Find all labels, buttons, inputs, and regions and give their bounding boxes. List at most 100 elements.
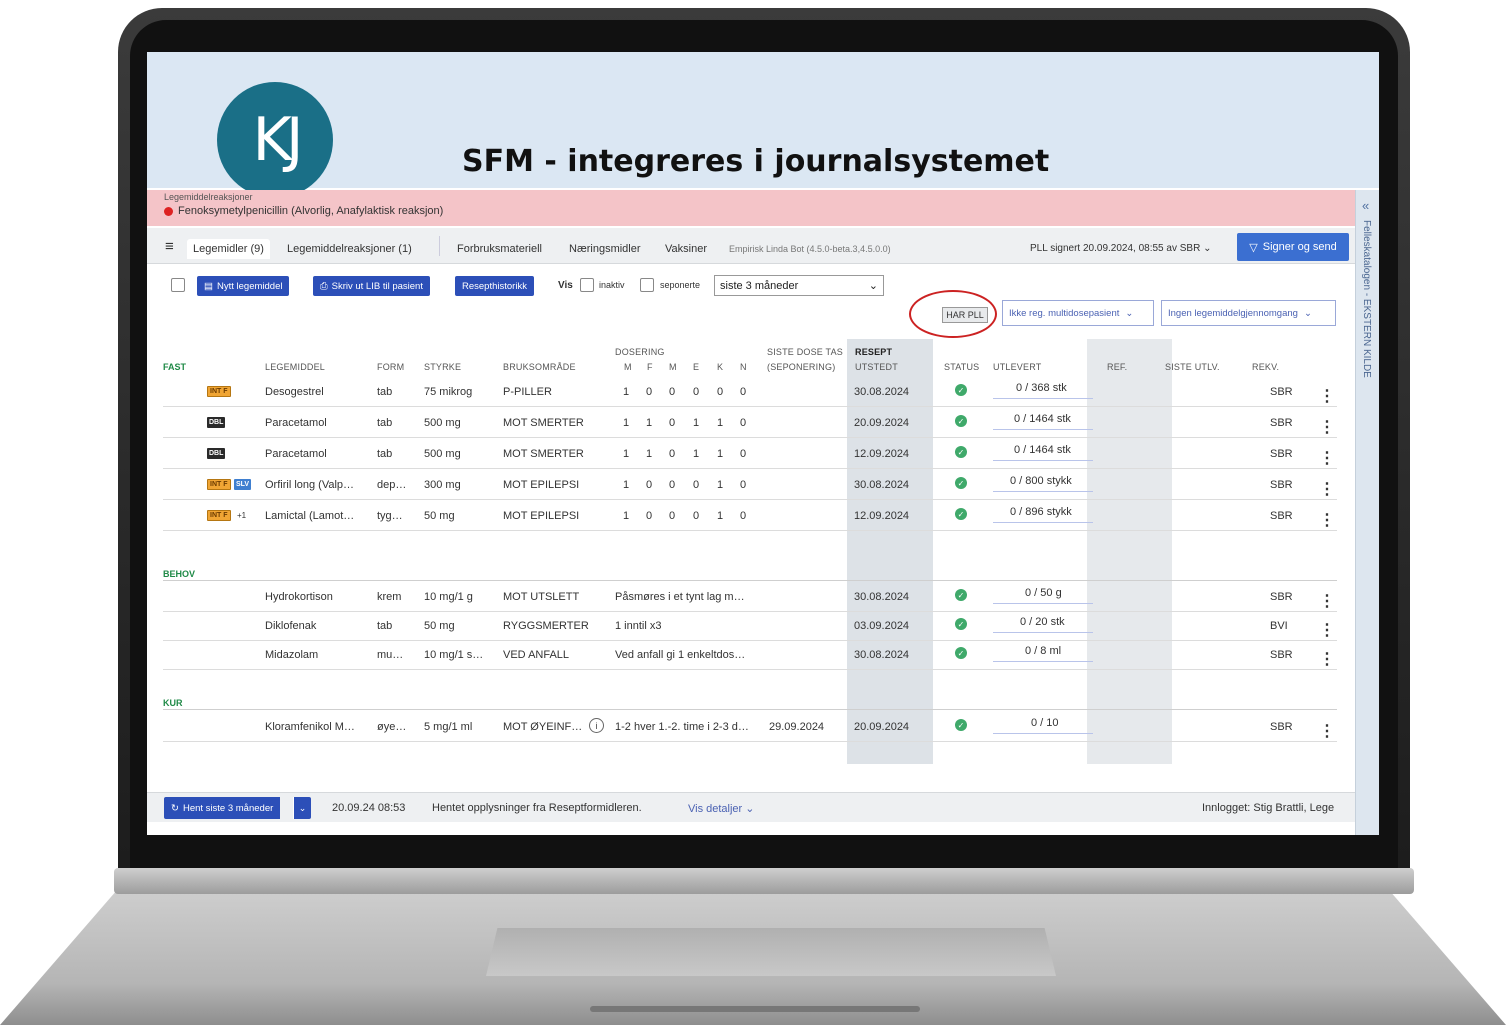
dose-e: 0 bbox=[693, 479, 700, 491]
th-dos-f: F bbox=[647, 362, 653, 372]
gjennomgang-dropdown[interactable]: Ingen legemiddelgjennomgang ⌄ bbox=[1161, 300, 1336, 326]
table-row[interactable]: DBL Paracetamol tab 500 mg MOT SMERTER 1… bbox=[163, 407, 1337, 438]
utlevert-underline bbox=[993, 632, 1093, 633]
tab-naeringsmidler[interactable]: Næringsmidler bbox=[569, 243, 641, 255]
print-lib-button[interactable]: ⎙ Skriv ut LIB til pasient bbox=[313, 276, 430, 296]
status-check-icon: ✓ bbox=[955, 384, 967, 396]
med-styrke: 10 mg/1 g bbox=[424, 591, 473, 603]
med-form: øye… bbox=[377, 721, 407, 733]
status-check-icon: ✓ bbox=[955, 647, 967, 659]
more-options-icon[interactable]: ⋮ bbox=[1319, 479, 1335, 499]
more-options-icon[interactable]: ⋮ bbox=[1319, 448, 1335, 468]
th-form: FORM bbox=[377, 362, 405, 372]
med-form: tab bbox=[377, 620, 393, 632]
th-dos-k: K bbox=[717, 362, 724, 372]
multidose-dropdown[interactable]: Ikke reg. multidosepasient ⌄ bbox=[1002, 300, 1154, 326]
th-bruksomrade: BRUKSOMRÅDE bbox=[503, 362, 576, 372]
print-lib-label: Skriv ut LIB til pasient bbox=[331, 280, 423, 292]
th-utlevert: UTLEVERT bbox=[993, 362, 1042, 372]
fetch-dropdown-button[interactable]: ⌄ bbox=[293, 797, 311, 819]
pll-signed-status[interactable]: PLL signert 20.09.2024, 08:55 av SBR ⌄ bbox=[1030, 243, 1211, 254]
table-row[interactable]: Midazolam mu… 10 mg/1 s… VED ANFALL Ved … bbox=[163, 639, 1337, 670]
patient-meta: Empirisk Linda Bot (4.5.0-beta.3,4.5.0.0… bbox=[729, 244, 891, 254]
more-options-icon[interactable]: ⋮ bbox=[1319, 620, 1335, 640]
more-options-icon[interactable]: ⋮ bbox=[1319, 386, 1335, 406]
utstedt-date: 30.08.2024 bbox=[854, 479, 910, 491]
med-bruk: MOT SMERTER bbox=[503, 448, 584, 460]
med-styrke: 500 mg bbox=[424, 448, 461, 460]
collapse-icon[interactable]: « bbox=[1362, 198, 1369, 213]
more-options-icon[interactable]: ⋮ bbox=[1319, 591, 1335, 611]
dose-m2: 0 bbox=[669, 386, 676, 398]
med-form: tab bbox=[377, 417, 393, 429]
th-siste-utlv: SISTE UTLV. bbox=[1165, 362, 1220, 372]
med-form: mu… bbox=[377, 649, 404, 661]
new-medication-button[interactable]: ▤ Nytt legemiddel bbox=[197, 276, 290, 296]
more-options-icon[interactable]: ⋮ bbox=[1319, 510, 1335, 530]
dosering-text: 1 inntil x3 bbox=[615, 620, 662, 632]
more-options-icon[interactable]: ⋮ bbox=[1319, 649, 1335, 669]
int-f-badge: INT F bbox=[207, 386, 231, 397]
table-row[interactable]: INT F SLV Orfiril long (Valp… dep… 300 m… bbox=[163, 469, 1337, 500]
sign-and-send-button[interactable]: ▽ Signer og send bbox=[1237, 233, 1349, 261]
table-row[interactable]: Hydrokortison krem 10 mg/1 g MOT UTSLETT… bbox=[163, 581, 1337, 612]
dose-f: 1 bbox=[646, 417, 653, 429]
rekv-value: SBR bbox=[1270, 448, 1293, 460]
table-row[interactable]: DBL Paracetamol tab 500 mg MOT SMERTER 1… bbox=[163, 438, 1337, 469]
fetch-message: Hentet opplysninger fra Reseptformidlere… bbox=[432, 802, 642, 814]
status-check-icon: ✓ bbox=[955, 589, 967, 601]
rekv-value: BVI bbox=[1270, 620, 1288, 632]
select-all-checkbox[interactable] bbox=[171, 278, 185, 292]
vis-label: Vis bbox=[558, 280, 573, 291]
menu-icon[interactable]: ≡ bbox=[165, 238, 174, 255]
dose-m: 1 bbox=[623, 386, 630, 398]
seponerte-label: seponerte bbox=[660, 280, 701, 290]
med-bruk: P-PILLER bbox=[503, 386, 552, 398]
dose-k: 1 bbox=[717, 417, 724, 429]
dbl-badge: DBL bbox=[207, 448, 226, 459]
table-row[interactable]: Diklofenak tab 50 mg RYGGSMERTER 1 innti… bbox=[163, 610, 1337, 641]
th-resept: RESEPT bbox=[855, 347, 893, 357]
tab-legemidler[interactable]: Legemidler (9) bbox=[187, 239, 270, 259]
th-status: STATUS bbox=[944, 362, 980, 372]
table-row[interactable]: Kloramfenikol M… øye… 5 mg/1 ml MOT ØYEI… bbox=[163, 711, 1337, 742]
prescription-history-button[interactable]: Resepthistorikk bbox=[455, 276, 534, 296]
med-bruk: MOT UTSLETT bbox=[503, 591, 580, 603]
pll-signed-text: PLL signert 20.09.2024, 08:55 av SBR bbox=[1030, 243, 1201, 254]
felleskatalogen-rail[interactable]: « Felleskatalogen - EKSTERN KILDE bbox=[1355, 190, 1379, 835]
kj-logo: KJ bbox=[217, 82, 333, 198]
seponerte-checkbox[interactable] bbox=[640, 278, 654, 292]
allergy-item[interactable]: Fenoksymetylpenicillin (Alvorlig, Anafyl… bbox=[164, 205, 443, 217]
status-check-icon: ✓ bbox=[955, 508, 967, 520]
utstedt-date: 30.08.2024 bbox=[854, 591, 910, 603]
dose-n: 0 bbox=[740, 417, 747, 429]
rekv-value: SBR bbox=[1270, 386, 1293, 398]
dose-n: 0 bbox=[740, 386, 747, 398]
tab-bar: ≡ Legemidler (9) Legemiddelreaksjoner (1… bbox=[147, 228, 1355, 264]
table-row[interactable]: INT F +1 Lamictal (Lamot… tyg… 50 mg MOT… bbox=[163, 500, 1337, 531]
tab-vaksiner[interactable]: Vaksiner bbox=[665, 243, 707, 255]
period-select[interactable]: siste 3 måneder ⌄ bbox=[714, 275, 884, 296]
inaktiv-checkbox[interactable] bbox=[580, 278, 594, 292]
dose-f: 0 bbox=[646, 386, 653, 398]
more-options-icon[interactable]: ⋮ bbox=[1319, 417, 1335, 437]
med-form: tab bbox=[377, 386, 393, 398]
med-styrke: 10 mg/1 s… bbox=[424, 649, 484, 661]
utstedt-date: 20.09.2024 bbox=[854, 417, 910, 429]
utlevert-underline bbox=[993, 603, 1093, 604]
rekv-value: SBR bbox=[1270, 649, 1293, 661]
more-options-icon[interactable]: ⋮ bbox=[1319, 721, 1335, 741]
chevron-down-icon: ⌄ bbox=[1125, 307, 1134, 319]
tab-divider bbox=[439, 236, 440, 256]
table-row[interactable]: INT F Desogestrel tab 75 mikrog P-PILLER… bbox=[163, 376, 1337, 407]
med-bruk: MOT ØYEINF… bbox=[503, 721, 583, 733]
utlevert-value: 0 / 20 stk bbox=[1020, 616, 1065, 628]
info-icon[interactable]: i bbox=[589, 718, 604, 733]
details-link[interactable]: Vis detaljer ⌄ bbox=[688, 802, 755, 815]
fetch-button[interactable]: ↻ Hent siste 3 måneder bbox=[164, 797, 281, 819]
chevron-down-icon: ⌄ bbox=[1203, 243, 1212, 254]
dose-k: 1 bbox=[717, 448, 724, 460]
tab-legemiddelreaksjoner[interactable]: Legemiddelreaksjoner (1) bbox=[287, 243, 412, 255]
utlevert-underline bbox=[993, 460, 1093, 461]
tab-forbruksmateriell[interactable]: Forbruksmateriell bbox=[457, 243, 542, 255]
